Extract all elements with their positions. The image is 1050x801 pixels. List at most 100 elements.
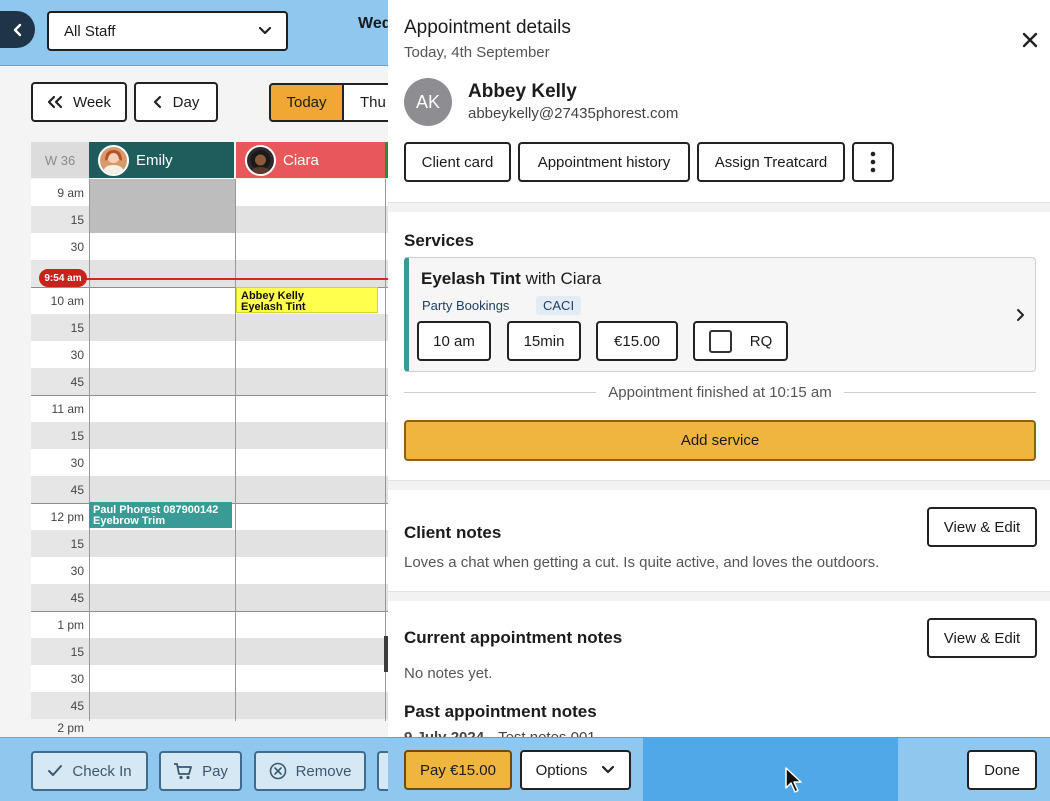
time-slot-row[interactable]: 15 <box>31 530 388 557</box>
service-card[interactable]: Eyelash Tint with Ciara Party Bookings C… <box>404 257 1036 372</box>
staff-column-header-ciara[interactable]: Ciara <box>236 142 385 178</box>
time-label: 15 <box>31 530 89 557</box>
time-slot-row[interactable]: 45 <box>31 476 388 503</box>
time-label: 30 <box>31 449 89 476</box>
done-button[interactable]: Done <box>967 750 1037 790</box>
avatar <box>98 144 129 176</box>
time-label: 30 <box>31 341 89 368</box>
client-notes-view-edit-button[interactable]: View & Edit <box>927 507 1037 547</box>
pay-button[interactable]: Pay €15.00 <box>404 750 512 790</box>
staff-filter-select[interactable]: All Staff <box>47 11 288 51</box>
time-label: 9 am <box>31 179 89 206</box>
day-button[interactable]: Day <box>134 82 218 122</box>
request-checkbox[interactable] <box>708 329 732 353</box>
service-staff: with Ciara <box>525 269 602 288</box>
next-day-button-label: Thu <box>360 94 386 111</box>
appointment-details-panel: Appointment details Today, 4th September… <box>388 0 1050 737</box>
week-number: W 36 <box>31 142 89 178</box>
time-slot-row[interactable]: 11 am <box>31 395 388 422</box>
time-slot-row[interactable]: 15 <box>31 422 388 449</box>
service-title: Eyelash Tint <box>421 269 521 288</box>
tag-caci: CACI <box>536 296 582 315</box>
pay-button-calendar[interactable]: Pay <box>159 751 242 791</box>
chevron-left-icon <box>13 23 21 36</box>
divider <box>843 392 1037 393</box>
time-slot-row[interactable]: 15 <box>31 314 388 341</box>
remove-circle-icon <box>269 762 286 780</box>
time-slot-row[interactable]: 45 <box>31 692 388 719</box>
tag-party-bookings: Party Bookings <box>422 298 510 313</box>
finished-text: Appointment finished at 10:15 am <box>608 384 832 401</box>
week-button-label: Week <box>72 93 112 111</box>
remove-button[interactable]: Remove <box>254 751 366 791</box>
add-service-button[interactable]: Add service <box>404 420 1036 461</box>
staff-name: Ciara <box>283 151 319 169</box>
time-slot-row[interactable]: 30 <box>31 557 388 584</box>
time-label: 45 <box>31 368 89 395</box>
more-button-partial[interactable] <box>377 751 388 791</box>
avatar <box>245 144 276 176</box>
past-note-text: Test notes 001 <box>498 729 596 737</box>
panel-footer: Pay €15.00 Options Done <box>388 737 1050 801</box>
time-slot-row[interactable]: 15 <box>31 638 388 665</box>
close-icon[interactable] <box>1019 29 1041 51</box>
current-notes-view-edit-button[interactable]: View & Edit <box>927 618 1037 658</box>
week-button[interactable]: Week <box>31 82 127 122</box>
time-label: 1 pm <box>31 611 89 638</box>
time-label: 30 <box>31 557 89 584</box>
past-note-entry: 9 July 2024 Test notes 001 <box>404 729 596 737</box>
today-button[interactable]: Today <box>269 83 344 122</box>
next-day-button[interactable]: Thu <box>342 83 388 122</box>
panel-title: Appointment details <box>404 17 571 38</box>
time-slot-row[interactable]: 30 <box>31 449 388 476</box>
past-note-date: 9 July 2024 <box>404 729 484 737</box>
hour-divider <box>31 611 388 612</box>
current-notes-heading: Current appointment notes <box>404 628 623 647</box>
time-slot-row[interactable]: 45 <box>31 368 388 395</box>
time-label: 45 <box>31 476 89 503</box>
appointment-block[interactable]: Paul Phorest 087900142 Eyebrow Trim <box>89 502 232 528</box>
column-divider <box>89 179 90 721</box>
chevron-right-icon[interactable] <box>1015 308 1025 322</box>
chevron-left-icon <box>153 95 161 109</box>
more-options-button[interactable] <box>852 142 894 182</box>
current-time-badge: 9:54 am <box>39 269 87 287</box>
time-slot-row[interactable]: 1 pm <box>31 611 388 638</box>
assign-treatcard-button[interactable]: Assign Treatcard <box>697 142 845 182</box>
calendar-toolbar: All Staff Wednesday <box>0 0 388 66</box>
back-button[interactable] <box>0 11 35 48</box>
section-divider <box>388 591 1050 601</box>
options-label: Options <box>535 761 588 779</box>
remove-label: Remove <box>295 762 352 780</box>
client-notes-text: Loves a chat when getting a cut. Is quit… <box>404 554 880 571</box>
section-divider <box>388 202 1050 212</box>
time-label: 2 pm <box>57 721 84 735</box>
time-slot-row[interactable]: 45 <box>31 584 388 611</box>
check-in-label: Check In <box>72 762 132 780</box>
double-chevron-left-icon <box>47 95 63 109</box>
appointment-service: Eyebrow Trim <box>93 515 166 527</box>
time-label: 30 <box>31 665 89 692</box>
client-name: Abbey Kelly <box>468 81 577 102</box>
service-duration-button[interactable]: 15min <box>507 321 581 361</box>
client-card-button[interactable]: Client card <box>404 142 511 182</box>
past-notes-heading: Past appointment notes <box>404 702 597 721</box>
request-toggle[interactable]: RQ <box>693 321 788 361</box>
appointment-history-button[interactable]: Appointment history <box>518 142 690 182</box>
request-label: RQ <box>749 332 773 350</box>
time-slot-row[interactable]: 30 <box>31 665 388 692</box>
footer-hover-highlight <box>643 738 898 801</box>
time-slot-row[interactable]: 30 <box>31 233 388 260</box>
service-price-button[interactable]: €15.00 <box>596 321 678 361</box>
time-label: 15 <box>31 206 89 233</box>
calendar-grid[interactable]: 9 am 15 30 10 am 15 30 45 11 am 15 30 45 12 pm 15 30 4… <box>31 179 388 721</box>
service-time-button[interactable]: 10 am <box>417 321 491 361</box>
staff-column-header-emily[interactable]: Emily <box>89 142 234 178</box>
options-dropdown[interactable]: Options <box>520 750 631 790</box>
check-in-button[interactable]: Check In <box>31 751 148 791</box>
time-label: 30 <box>31 233 89 260</box>
time-slot-row[interactable]: 30 <box>31 341 388 368</box>
appointment-service: Eyelash Tint <box>241 301 306 313</box>
mouse-cursor-icon <box>785 767 802 793</box>
appointment-block[interactable]: Abbey Kelly Eyelash Tint <box>236 287 378 313</box>
